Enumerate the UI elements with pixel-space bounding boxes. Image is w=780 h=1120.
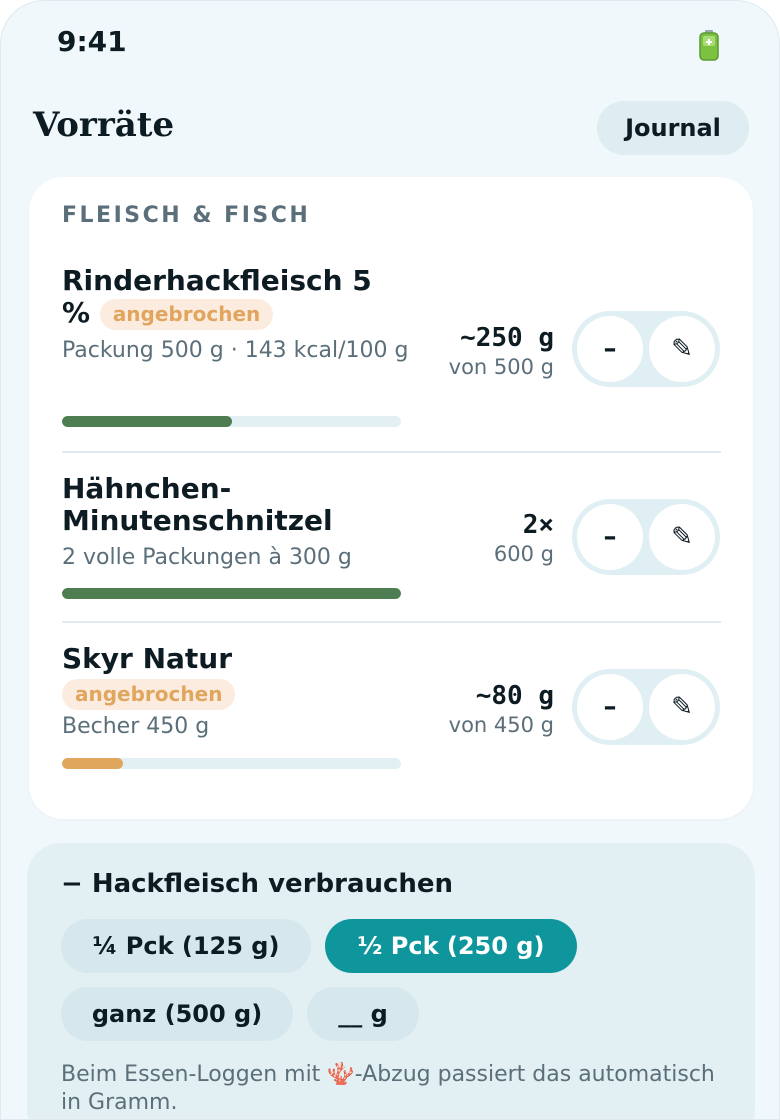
consume-title: − Hackfleisch verbrauchen xyxy=(61,869,454,899)
progress-bar xyxy=(62,588,401,599)
minus-button[interactable]: – xyxy=(577,674,643,740)
chip-quarter-pack[interactable]: ¼ Pck (125 g) xyxy=(61,919,311,973)
minus-button[interactable]: – xyxy=(577,504,643,570)
hint-text: Beim Essen-Loggen mit 🪸-Abzug passiert d… xyxy=(61,1062,715,1115)
divider xyxy=(62,451,721,453)
status-badge: angebrochen xyxy=(62,679,236,710)
minus-button[interactable]: – xyxy=(577,316,643,382)
page-header: Vorräte Journal xyxy=(1,97,779,161)
phone-screen: 9:41 Vorräte Journal FLEISCH & FISCH Rin… xyxy=(0,0,780,1120)
edit-pencil-icon[interactable]: ✎ xyxy=(649,674,715,740)
progress-fill xyxy=(62,758,124,769)
list-item: Hähnchen-Minutenschnitzel 2 volle Packun… xyxy=(62,473,722,599)
consume-panel: − Hackfleisch verbrauchen ¼ Pck (125 g) … xyxy=(27,843,755,1119)
quantity-total: 600 g xyxy=(493,542,554,566)
edit-pencil-icon[interactable]: ✎ xyxy=(649,316,715,382)
quantity-total: von 500 g xyxy=(448,355,554,379)
progress-fill xyxy=(62,416,232,427)
list-item: Rinderhackfleisch 5 % angebrochen Packun… xyxy=(62,265,722,451)
divider xyxy=(62,621,721,623)
stepper: – ✎ xyxy=(572,669,720,745)
list-item: Skyr Natur angebrochen Becher 450 g ~80 … xyxy=(62,643,722,773)
page-title: Vorräte xyxy=(33,105,175,145)
section-title: FLEISCH & FISCH xyxy=(62,203,311,228)
stepper: – ✎ xyxy=(572,311,720,387)
progress-bar xyxy=(62,758,401,769)
item-subtitle: Becher 450 g xyxy=(62,714,210,739)
quantity-value: ~80 g xyxy=(475,681,554,711)
status-time: 9:41 xyxy=(57,25,127,58)
item-subtitle: Packung 500 g · 143 kcal/100 g xyxy=(62,337,409,363)
quantity-total: von 450 g xyxy=(448,713,554,737)
inventory-card: FLEISCH & FISCH Rinderhackfleisch 5 % an… xyxy=(29,177,753,819)
quantity-value: ~250 g xyxy=(460,323,554,353)
status-badge: angebrochen xyxy=(99,298,274,330)
progress-bar xyxy=(62,416,401,427)
item-name: Rinderhackfleisch 5 % angebrochen xyxy=(62,265,402,330)
chip-half-pack[interactable]: ½ Pck (250 g) xyxy=(325,919,577,973)
chip-whole-pack[interactable]: ganz (500 g) xyxy=(61,987,293,1041)
chip-custom-grams[interactable]: __ g xyxy=(307,987,419,1041)
item-name: Skyr Natur xyxy=(62,642,233,675)
journal-button[interactable]: Journal xyxy=(597,101,749,155)
edit-pencil-icon[interactable]: ✎ xyxy=(649,504,715,570)
battery-icon xyxy=(699,30,719,61)
item-subtitle: 2 volle Packungen à 300 g xyxy=(62,545,352,570)
quantity: ~80 g von 450 g xyxy=(449,681,554,739)
quantity: ~250 g von 500 g xyxy=(449,323,554,381)
quantity: 2× 600 g xyxy=(494,510,554,568)
status-bar: 9:41 xyxy=(1,1,779,85)
progress-fill xyxy=(62,588,401,599)
item-name: Hähnchen-Minutenschnitzel xyxy=(62,472,333,537)
quantity-value: 2× xyxy=(522,510,554,540)
stepper: – ✎ xyxy=(572,499,720,575)
